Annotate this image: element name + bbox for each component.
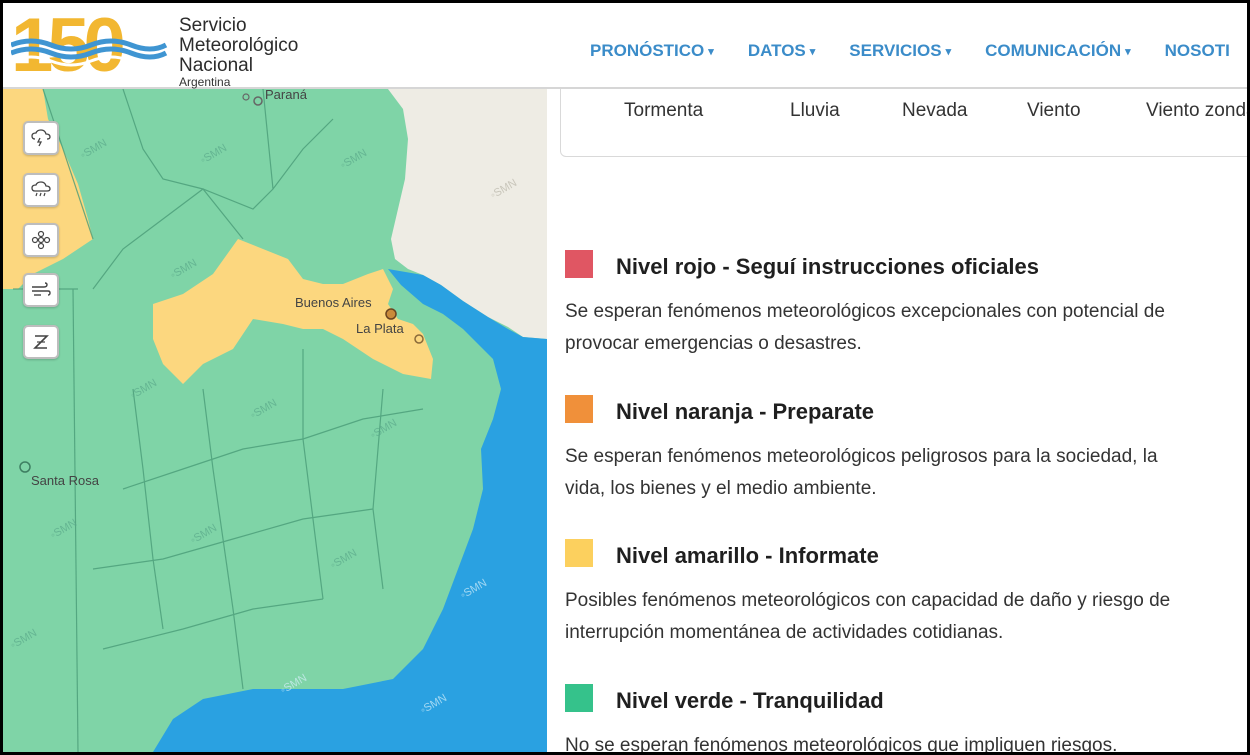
smn-logo[interactable]: 150 Servicio Meteorológico Nacional Arge… xyxy=(10,3,311,88)
storm-icon xyxy=(31,129,51,147)
main-nav: PRONÓSTICO ▾ DATOS ▾ SERVICIOS ▾ COMUNICACI… xyxy=(590,41,1250,61)
logo-text: Servicio Meteorológico Nacional Argentin… xyxy=(179,15,299,89)
snow-icon xyxy=(922,89,948,92)
nav-datos[interactable]: DATOS ▾ xyxy=(748,41,815,61)
storm-filter-button[interactable] xyxy=(23,121,59,155)
tab-viento[interactable]: Viento xyxy=(1027,100,1081,122)
wind-icon xyxy=(32,282,51,296)
nav-servicios[interactable]: SERVICIOS ▾ xyxy=(849,41,951,61)
zonda-filter-button[interactable] xyxy=(23,325,59,359)
tab-tormenta[interactable]: Tormenta xyxy=(624,100,703,122)
level-orange-description: Se esperan fenómenos meteorológicos peli… xyxy=(565,446,1158,499)
logo-number: 150 xyxy=(11,9,124,83)
nav-pronostico[interactable]: PRONÓSTICO ▾ xyxy=(590,41,714,61)
level-orange-swatch xyxy=(565,395,593,423)
chevron-down-icon: ▾ xyxy=(1125,46,1131,59)
logo-line3: Nacional xyxy=(179,55,253,76)
wind-icon xyxy=(1041,89,1067,92)
snow-filter-button[interactable] xyxy=(23,223,59,257)
snow-icon xyxy=(31,230,51,250)
alert-map[interactable]: ◦SMN ◦SMN ◦SMN ◦SMN ◦SMN ◦SMN ◦SMN ◦SMN … xyxy=(3,89,547,752)
level-orange-title: Nivel naranja - Preparate xyxy=(616,399,875,424)
level-red-swatch xyxy=(565,250,593,278)
level-green-title: Nivel verde - Tranquilidad xyxy=(616,688,884,713)
logo-line4: Argentina xyxy=(179,75,231,89)
rain-icon xyxy=(31,181,51,197)
level-green-swatch xyxy=(565,684,593,712)
chevron-down-icon: ▾ xyxy=(708,46,714,59)
city-label-santa-rosa: Santa Rosa xyxy=(31,473,99,488)
wind-filter-button[interactable] xyxy=(23,273,59,307)
chevron-down-icon: ▾ xyxy=(945,46,952,59)
logo-150-graphic: 150 xyxy=(10,3,168,88)
level-green-description: No se esperan fenómenos meteorológicos q… xyxy=(565,735,1118,752)
nav-nosotros[interactable]: NOSOTI xyxy=(1165,41,1230,61)
alert-info-panel: Tormenta Lluvia Nevada Viento Viento zon… xyxy=(547,89,1247,752)
level-yellow-title: Nivel amarillo - Informate xyxy=(616,543,879,568)
city-label-parana: Paraná xyxy=(265,89,307,102)
tab-lluvia[interactable]: Lluvia xyxy=(790,100,840,122)
chevron-down-icon: ▾ xyxy=(809,46,816,59)
logo-line1: Servicio xyxy=(179,15,247,36)
level-yellow-description: Posibles fenómenos meteorológicos con ca… xyxy=(565,590,1171,643)
storm-icon xyxy=(651,89,677,92)
city-label-buenos-aires: Buenos Aires xyxy=(295,295,372,310)
map-canvas[interactable]: ◦SMN ◦SMN ◦SMN ◦SMN ◦SMN ◦SMN ◦SMN ◦SMN … xyxy=(3,89,547,752)
city-label-la-plata: La Plata xyxy=(356,321,404,336)
site-header: 150 Servicio Meteorológico Nacional Arge… xyxy=(3,3,1247,89)
level-red-description: Se esperan fenómenos meteorológicos exce… xyxy=(565,301,1165,354)
level-yellow-swatch xyxy=(565,539,593,567)
level-red-title: Nivel rojo - Seguí instrucciones oficial… xyxy=(616,254,1040,279)
tab-viento-zonda[interactable]: Viento zonda xyxy=(1146,100,1247,122)
tab-nevada[interactable]: Nevada xyxy=(902,100,968,122)
phenomenon-tabs: Tormenta Lluvia Nevada Viento Viento zon… xyxy=(560,89,1247,157)
logo-line2: Meteorológico xyxy=(179,35,299,56)
zonda-icon xyxy=(33,335,49,349)
rain-filter-button[interactable] xyxy=(23,173,59,207)
rain-icon xyxy=(802,89,828,92)
zonda-icon xyxy=(1188,89,1214,92)
nav-comunicacion[interactable]: COMUNICACIÓN ▾ xyxy=(985,41,1131,61)
